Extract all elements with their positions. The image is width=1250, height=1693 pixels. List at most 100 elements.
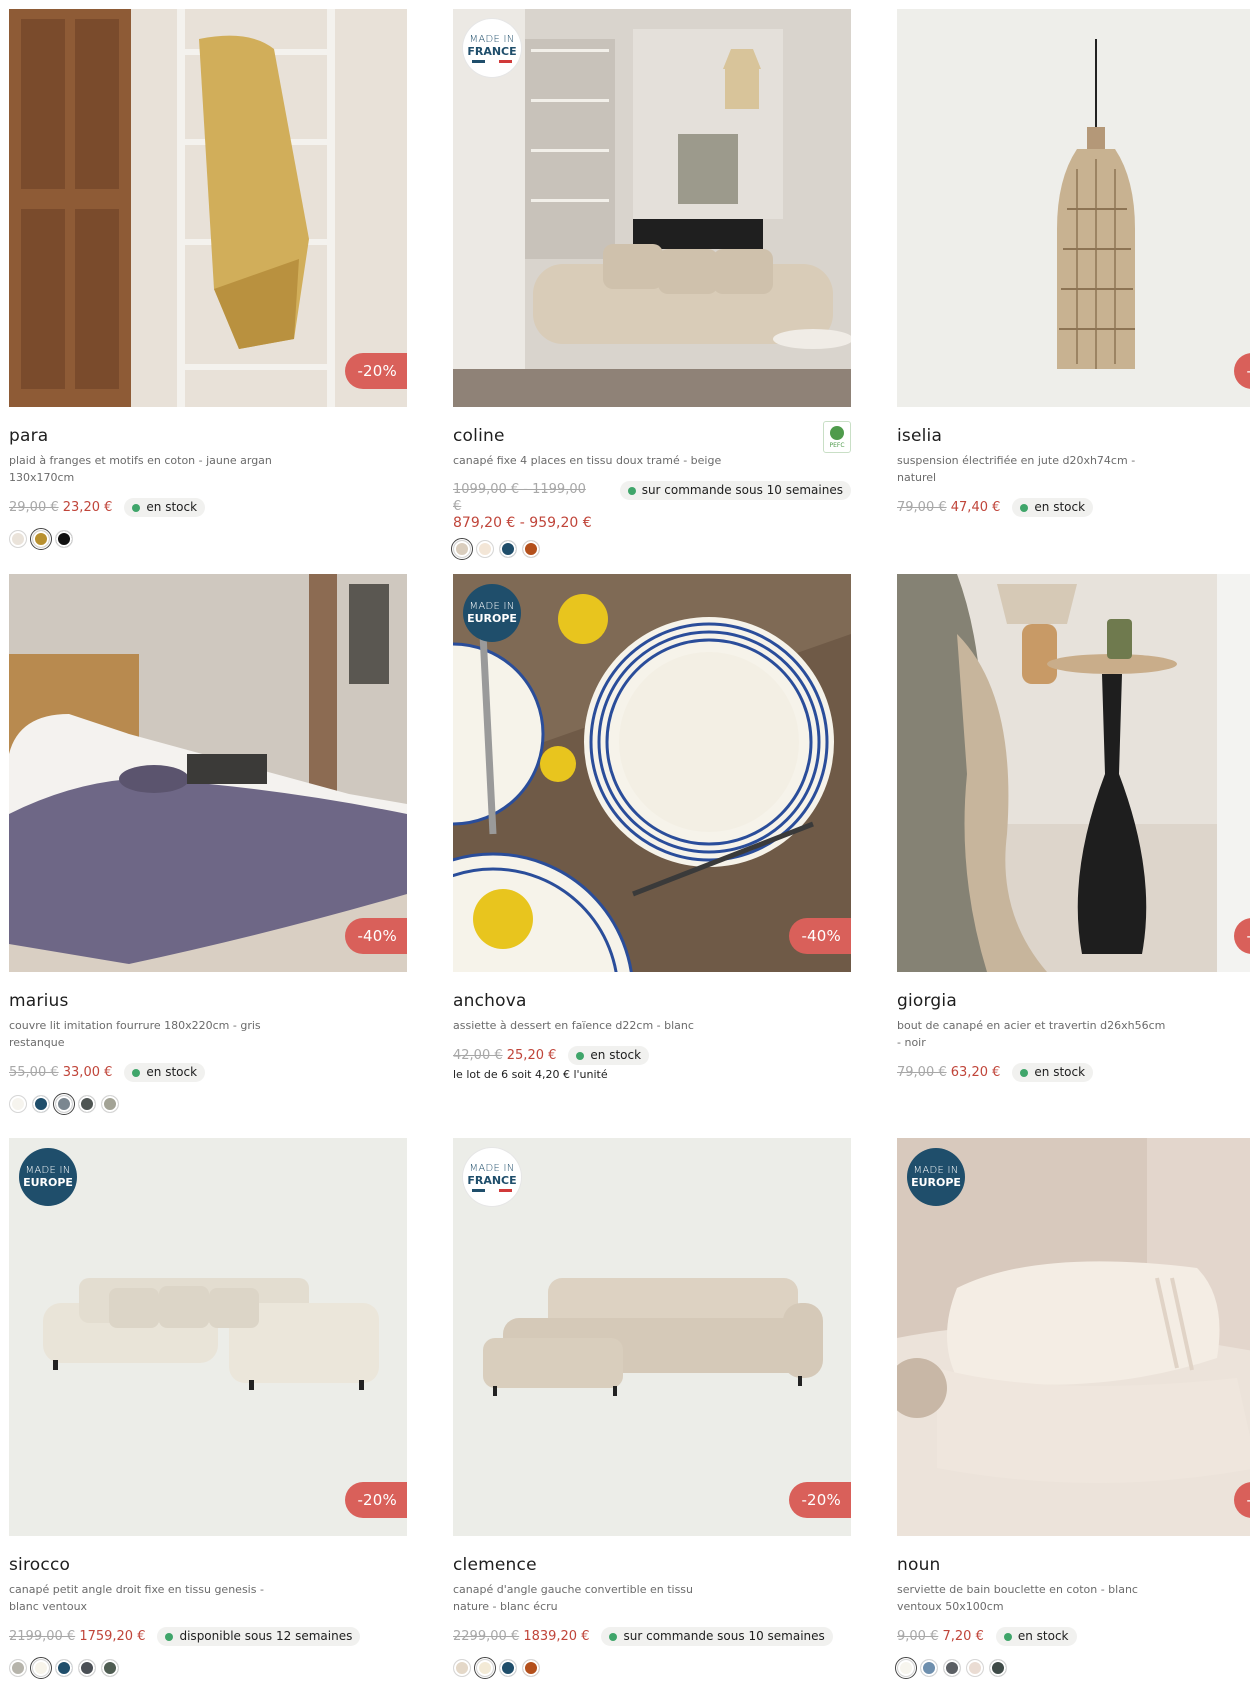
stock-dot-icon	[609, 1632, 618, 1641]
color-swatches	[895, 1657, 1250, 1679]
color-swatch[interactable]	[499, 1659, 517, 1677]
made-in-france-badge: MADE IN FRANCE	[463, 19, 521, 77]
old-price: 2299,00 €	[453, 1629, 520, 1644]
stock-dot-icon	[1020, 503, 1029, 512]
product-description: suspension électrifiée en jute d20xh74cm…	[897, 454, 1136, 484]
product-name[interactable]: marius	[9, 990, 407, 1012]
color-swatch[interactable]	[9, 1659, 27, 1677]
badge-line2: FRANCE	[467, 44, 517, 58]
color-swatch[interactable]	[32, 1095, 50, 1113]
made-in-europe-badge: MADE IN EUROPE	[907, 1148, 965, 1206]
color-swatch[interactable]	[78, 1095, 96, 1113]
product-card[interactable]: MADE IN EUROPE -20% sirocco canapé petit…	[9, 1138, 407, 1679]
badge-line1: MADE IN	[469, 1162, 515, 1174]
color-swatch[interactable]	[101, 1095, 119, 1113]
color-swatches	[9, 1657, 407, 1679]
color-swatch[interactable]	[476, 540, 494, 558]
product-card[interactable]: -40% iselia suspension électrifiée en ju…	[897, 9, 1250, 517]
color-swatch[interactable]	[522, 540, 540, 558]
product-name[interactable]: anchova	[453, 990, 851, 1012]
color-swatch[interactable]	[101, 1659, 119, 1677]
product-image[interactable]: -40%	[9, 574, 407, 972]
color-swatch[interactable]	[78, 1659, 96, 1677]
product-image[interactable]: MADE IN EUROPE -20%	[9, 1138, 407, 1536]
product-name[interactable]: sirocco	[9, 1554, 407, 1576]
price: 55,00 € 33,00 €	[9, 1064, 112, 1081]
product-image[interactable]: MADE IN EUROPE -40%	[453, 574, 851, 972]
color-swatches	[9, 528, 407, 550]
product-card[interactable]: MADE IN FRANCE PEFC coline canapé fixe 4…	[451, 9, 851, 560]
discount-badge: -20%	[345, 353, 407, 389]
product-card[interactable]: -40% marius couvre lit imitation fourrur…	[9, 574, 407, 1115]
discount-badge: -20%	[789, 1482, 851, 1518]
product-description: canapé fixe 4 places en tissu doux tramé…	[453, 454, 722, 467]
old-price: 55,00 €	[9, 1065, 59, 1080]
color-swatches	[451, 538, 851, 560]
stock-dot-icon	[165, 1632, 174, 1641]
color-swatch[interactable]	[989, 1659, 1007, 1677]
price: 79,00 € 47,40 €	[897, 499, 1000, 516]
product-name[interactable]: coline	[453, 425, 851, 447]
product-image[interactable]: MADE IN FRANCE -20%	[453, 1138, 851, 1536]
stock-label: en stock	[146, 500, 198, 514]
product-name[interactable]: para	[9, 425, 407, 447]
price: 2299,00 € 1839,20 €	[453, 1628, 589, 1645]
product-description: plaid à franges et motifs en coton - jau…	[9, 454, 272, 484]
new-price: 879,20 € - 959,20 €	[453, 515, 592, 531]
new-price: 7,20 €	[942, 1629, 984, 1644]
color-swatch[interactable]	[474, 1657, 496, 1679]
color-swatch[interactable]	[53, 1093, 75, 1115]
product-name[interactable]: iselia	[897, 425, 1250, 447]
product-image[interactable]: -20%	[897, 574, 1250, 972]
stock-label: disponible sous 12 semaines	[179, 1629, 353, 1643]
product-image[interactable]: MADE IN EUROPE -20%	[897, 1138, 1250, 1536]
flag-icon	[472, 59, 512, 63]
new-price: 23,20 €	[62, 500, 113, 515]
color-swatch[interactable]	[30, 528, 52, 550]
color-swatch[interactable]	[453, 1659, 471, 1677]
product-image[interactable]: -20%	[9, 9, 407, 407]
color-swatches	[9, 1093, 407, 1115]
color-swatch[interactable]	[451, 538, 473, 560]
product-card[interactable]: MADE IN FRANCE -20% clemence canapé d'an…	[453, 1138, 851, 1679]
color-swatch[interactable]	[966, 1659, 984, 1677]
product-card[interactable]: -20% para plaid à franges et motifs en c…	[9, 9, 407, 550]
product-name[interactable]: noun	[897, 1554, 1250, 1576]
product-card[interactable]: MADE IN EUROPE -40% anchova assiette à d…	[453, 574, 851, 1081]
color-swatch[interactable]	[55, 530, 73, 548]
stock-badge: en stock	[1012, 1063, 1094, 1082]
product-card[interactable]: MADE IN EUROPE -20% noun serviette de ba…	[895, 1138, 1250, 1679]
new-price: 1759,20 €	[79, 1629, 146, 1644]
badge-line1: MADE IN	[469, 33, 515, 45]
badge-line2: FRANCE	[467, 1173, 517, 1187]
stock-dot-icon	[576, 1051, 585, 1060]
price: 42,00 € 25,20 €	[453, 1047, 556, 1064]
price: 2199,00 € 1759,20 €	[9, 1628, 145, 1645]
color-swatch[interactable]	[499, 540, 517, 558]
color-swatch[interactable]	[943, 1659, 961, 1677]
stock-label: en stock	[1034, 1065, 1086, 1079]
product-image[interactable]: MADE IN FRANCE	[453, 9, 851, 407]
color-swatch[interactable]	[522, 1659, 540, 1677]
stock-label: en stock	[1017, 1629, 1069, 1643]
color-swatch[interactable]	[9, 530, 27, 548]
old-price: 2199,00 €	[9, 1629, 76, 1644]
product-name[interactable]: clemence	[453, 1554, 851, 1576]
color-swatch[interactable]	[55, 1659, 73, 1677]
flag-icon	[472, 1188, 512, 1192]
product-card[interactable]: -20% giorgia bout de canapé en acier et …	[897, 574, 1250, 1082]
stock-label: en stock	[1034, 500, 1086, 514]
stock-badge: en stock	[995, 1627, 1077, 1646]
product-name[interactable]: giorgia	[897, 990, 1250, 1012]
product-image[interactable]: -40%	[897, 9, 1250, 407]
color-swatch[interactable]	[30, 1657, 52, 1679]
color-swatch[interactable]	[895, 1657, 917, 1679]
stock-dot-icon	[1020, 1068, 1029, 1077]
color-swatch[interactable]	[9, 1095, 27, 1113]
color-swatch[interactable]	[920, 1659, 938, 1677]
badge-line2: EUROPE	[911, 1176, 961, 1189]
color-swatches	[453, 1657, 851, 1679]
new-price: 63,20 €	[950, 1065, 1001, 1080]
stock-label: en stock	[146, 1065, 198, 1079]
old-price: 79,00 €	[897, 1065, 947, 1080]
